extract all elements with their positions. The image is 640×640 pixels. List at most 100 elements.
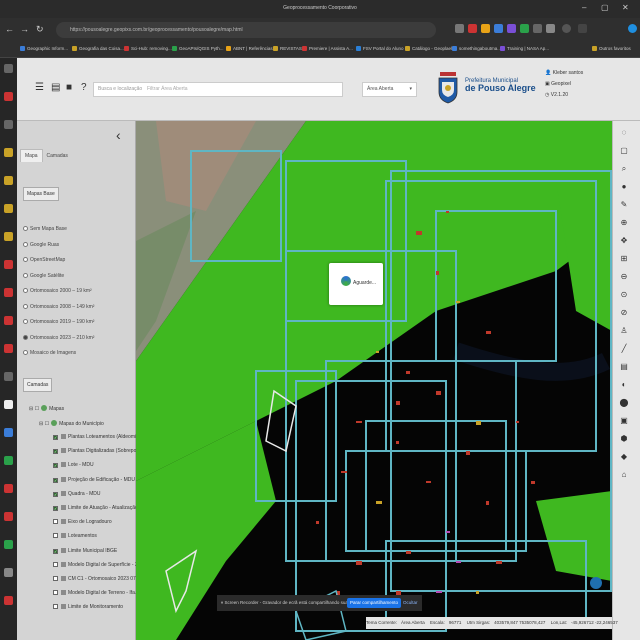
- sidebar-app-icon[interactable]: [4, 344, 13, 353]
- layer-item[interactable]: ✓ Lote - MDU: [53, 462, 94, 469]
- edge-copilot-icon[interactable]: [628, 24, 637, 33]
- list-icon[interactable]: ▤: [51, 82, 60, 93]
- bookmark-item[interactable]: somethingaboutma...: [452, 46, 501, 51]
- bookmark-item[interactable]: Training | NASA Ap...: [500, 46, 549, 51]
- frame-icon[interactable]: ▢: [618, 145, 630, 157]
- sidebar-app-icon[interactable]: [4, 456, 13, 465]
- extension-icon[interactable]: [533, 24, 542, 33]
- extension-icon[interactable]: [468, 24, 477, 33]
- sidebar-app-icon[interactable]: [4, 484, 13, 493]
- tree-root[interactable]: ⊟ ☐ Mapas: [29, 405, 64, 412]
- reload-icon[interactable]: ↻: [36, 24, 44, 35]
- layer-checkbox[interactable]: ✓: [53, 435, 58, 440]
- extension-icon[interactable]: [481, 24, 490, 33]
- radio-icon[interactable]: [23, 226, 28, 231]
- help-icon[interactable]: ?: [81, 82, 87, 93]
- home-icon[interactable]: ⌂: [618, 469, 630, 481]
- sidebar-app-icon[interactable]: [4, 568, 13, 577]
- bookmark-item[interactable]: Geographic Inform...: [20, 46, 68, 51]
- menu-icon[interactable]: ☰: [35, 82, 44, 93]
- settings-icon[interactable]: ◌: [618, 127, 630, 139]
- radio-icon[interactable]: [23, 350, 28, 355]
- layer-item[interactable]: ✓ Limite de Atuação - Atualização...: [53, 505, 142, 511]
- tab-camadas[interactable]: Camadas: [43, 150, 72, 162]
- sidebar-app-icon[interactable]: [4, 148, 13, 157]
- zoom-icon[interactable]: ⌕: [618, 163, 630, 175]
- layer-checkbox[interactable]: ✓: [53, 506, 58, 511]
- sidebar-app-icon[interactable]: [4, 288, 13, 297]
- layers-icon[interactable]: ■: [66, 82, 72, 93]
- sidebar-app-icon[interactable]: [4, 176, 13, 185]
- map-canvas[interactable]: Aguarde...: [136, 121, 612, 640]
- grid-icon[interactable]: ⊞: [618, 253, 630, 265]
- layer-item[interactable]: ✓ Quadra - MDU: [53, 490, 101, 497]
- camadas-button[interactable]: Camadas: [23, 378, 53, 392]
- basemap-option[interactable]: Google Satélite: [23, 272, 64, 279]
- layer-checkbox[interactable]: [53, 576, 58, 581]
- avatar[interactable]: [562, 24, 571, 33]
- sidebar-app-icon[interactable]: [4, 512, 13, 521]
- layer-item[interactable]: Eixo de Logradouro: [53, 519, 112, 525]
- sidebar-app-icon[interactable]: [4, 400, 13, 409]
- layer-item[interactable]: ✓ Plantas Loteamentos (Aldeomi...: [53, 434, 140, 440]
- layer-checkbox[interactable]: [53, 604, 58, 610]
- hide-link[interactable]: Ocultar: [403, 595, 418, 611]
- point-icon[interactable]: ●: [618, 181, 630, 193]
- bookmark-item[interactable]: Premiere | Assista A...: [302, 46, 353, 51]
- bookmark-item[interactable]: FSV Portal do Aluno: [356, 46, 404, 51]
- sidebar-app-icon[interactable]: [4, 120, 13, 129]
- zoom-out-icon[interactable]: ⊖: [618, 271, 630, 283]
- sidebar-app-icon[interactable]: [4, 204, 13, 213]
- mapas-base-button[interactable]: Mapas Base: [23, 187, 59, 201]
- address-bar[interactable]: https://pousoalegre.geopixs.com.br/geopr…: [56, 22, 436, 38]
- streetview-icon[interactable]: ♙: [618, 325, 630, 337]
- tree-group[interactable]: ⊟ ☐ Mapas do Município: [39, 420, 104, 427]
- layer-checkbox[interactable]: [53, 519, 58, 525]
- layer-checkbox[interactable]: ✓: [53, 491, 58, 497]
- radio-icon[interactable]: [23, 257, 28, 262]
- basemap-option[interactable]: Sem Mapa Base: [23, 226, 67, 232]
- sidebar-app-icon[interactable]: [4, 92, 13, 101]
- edit-icon[interactable]: ✎: [618, 199, 630, 211]
- sidebar-app-icon[interactable]: [4, 316, 13, 325]
- bookmark-item[interactable]: Outros favoritos: [592, 46, 631, 51]
- basemap-option[interactable]: Ortomosaico 2008 – 149 km²: [23, 303, 94, 310]
- bookmark-item[interactable]: Catálogo - Geoplael: [405, 46, 452, 51]
- sidebar-app-icon[interactable]: [4, 428, 13, 437]
- menu-icon[interactable]: [578, 24, 587, 33]
- basemap-option[interactable]: OpenStreetMap: [23, 257, 65, 263]
- sidebar-app-icon[interactable]: [4, 232, 13, 241]
- sidebar-app-icon[interactable]: [4, 540, 13, 549]
- maximize-icon[interactable]: ▢: [601, 3, 609, 12]
- stop-sharing-button[interactable]: Parar compartilhamento: [347, 598, 402, 608]
- basemap-option[interactable]: Ortomosaico 2023 – 210 km²: [23, 334, 94, 341]
- layer-checkbox[interactable]: ✓: [53, 463, 58, 469]
- extension-icon[interactable]: [494, 24, 503, 33]
- layer-checkbox[interactable]: [53, 561, 58, 567]
- area-select[interactable]: Área Aberta ▾: [362, 82, 417, 97]
- forward-icon[interactable]: →: [20, 24, 29, 34]
- radio-icon[interactable]: [23, 241, 28, 247]
- target-icon[interactable]: ⊕: [618, 217, 630, 229]
- layer-item[interactable]: ✓ Projeção de Edificação - MDU: [53, 476, 135, 483]
- layer-item[interactable]: Modelo Digital de Terreno - Ifa...: [53, 590, 139, 596]
- extension-icon[interactable]: [507, 24, 516, 33]
- info-icon[interactable]: ⬤: [618, 397, 630, 409]
- basemap-option[interactable]: Mosaico de Imagens: [23, 350, 76, 356]
- radio-icon[interactable]: [23, 303, 28, 309]
- layer-item[interactable]: Limite de Monitoramento: [53, 604, 123, 610]
- marker-icon[interactable]: ◆: [618, 451, 630, 463]
- basemap-option[interactable]: Google Ruas: [23, 241, 59, 248]
- layer-item[interactable]: Modelo Digital de Superfície - 2...: [53, 561, 142, 568]
- map-marker[interactable]: [590, 577, 602, 589]
- sidebar-app-icon[interactable]: [4, 596, 13, 605]
- search-input[interactable]: Busca e localização Filtrar Área Aberta: [93, 82, 343, 97]
- locate-icon[interactable]: ⊙: [618, 289, 630, 301]
- layer-checkbox[interactable]: [53, 590, 58, 596]
- shape-icon[interactable]: ⬢: [618, 433, 630, 445]
- basemap-option[interactable]: Ortomosaico 2019 – 190 km²: [23, 319, 94, 325]
- measure-line-icon[interactable]: ╱: [618, 343, 630, 355]
- print-icon[interactable]: ▣: [618, 415, 630, 427]
- opacity-icon[interactable]: ◐: [618, 379, 630, 391]
- bookmark-item[interactable]: Sci-Hub: removing...: [124, 46, 172, 51]
